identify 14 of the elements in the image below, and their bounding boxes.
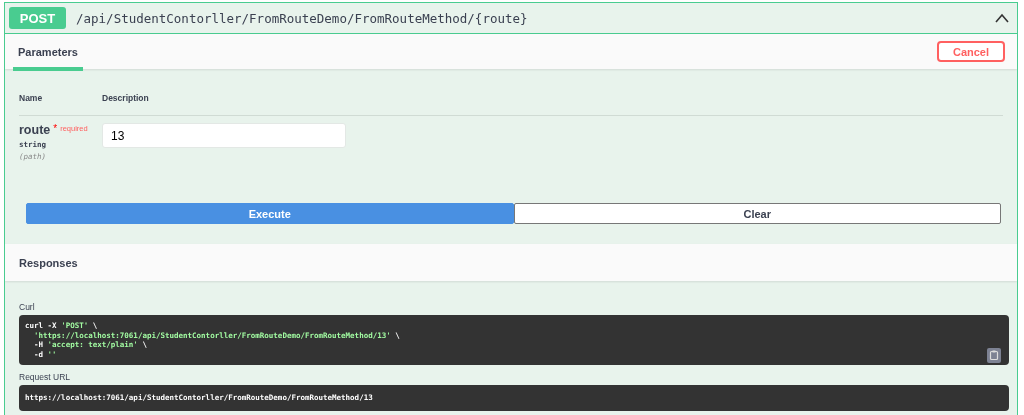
input-field[interactable]: 13 — [102, 123, 346, 148]
method-badge: POST — [9, 7, 66, 29]
parameter-name: route — [19, 123, 51, 137]
required-mark: * — [53, 123, 58, 134]
endpoint-path: /api/StudentContorller/FromRouteDemo/FromRouteMethod/{route} — [76, 10, 529, 26]
tab[interactable]: Parameters — [13, 36, 83, 71]
field-label: Curl — [19, 302, 36, 312]
collapse-icon[interactable] — [995, 13, 1009, 23]
column-header: Name — [19, 93, 44, 103]
clear-button[interactable]: Clear — [513, 203, 1001, 224]
copy-icon[interactable] — [987, 348, 1001, 364]
column-header: Description — [102, 93, 149, 103]
field-label: Request URL — [19, 372, 72, 383]
section-title: Responses — [19, 256, 78, 269]
